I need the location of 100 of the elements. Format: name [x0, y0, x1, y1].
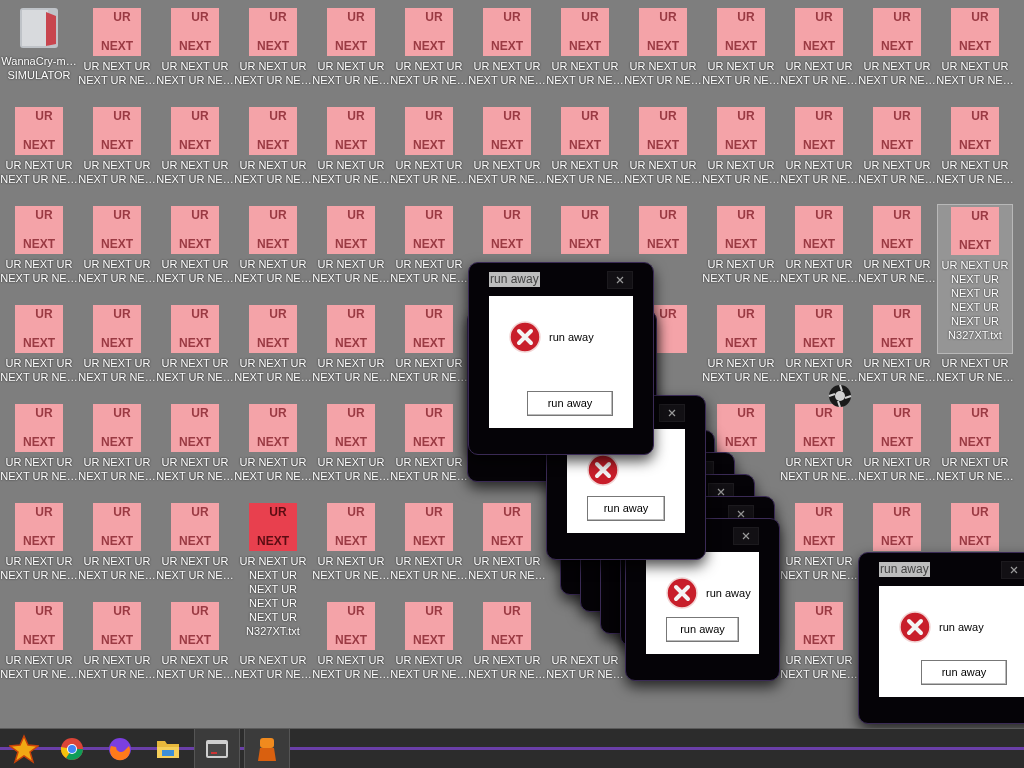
- window-app-icon[interactable]: [194, 728, 240, 768]
- file-icon[interactable]: UR NEXT: [483, 107, 531, 155]
- file-icon[interactable]: UR NEXT: [795, 107, 843, 155]
- file-icon[interactable]: UR NEXT: [639, 8, 687, 56]
- icon-label: UR NEXT UR NEXT UR NE…: [234, 455, 312, 483]
- file-icon[interactable]: UR NEXT: [249, 404, 297, 452]
- file-icon[interactable]: UR NEXT: [873, 305, 921, 353]
- file-icon[interactable]: UR NEXT: [327, 404, 375, 452]
- close-icon[interactable]: [616, 275, 624, 284]
- file-icon[interactable]: UR NEXT: [951, 404, 999, 452]
- file-icon[interactable]: UR NEXT: [249, 8, 297, 56]
- icon-text: UR: [892, 505, 911, 520]
- file-icon[interactable]: UR NEXT: [561, 107, 609, 155]
- file-icon[interactable]: UR NEXT: [327, 305, 375, 353]
- run-away-button[interactable]: run away: [921, 660, 1007, 685]
- icon-label: UR NEXT UR NEXT UR NE…: [234, 257, 312, 285]
- file-icon[interactable]: UR NEXT: [171, 107, 219, 155]
- file-icon[interactable]: UR NEXT: [93, 8, 141, 56]
- app-icon[interactable]: [18, 6, 60, 50]
- file-icon[interactable]: UR NEXT: [795, 602, 843, 650]
- file-icon[interactable]: UR NEXT: [15, 404, 63, 452]
- file-icon[interactable]: UR NEXT: [951, 8, 999, 56]
- icon-text: NEXT: [959, 138, 991, 153]
- file-icon[interactable]: UR NEXT: [249, 503, 297, 551]
- file-icon[interactable]: UR NEXT: [171, 305, 219, 353]
- file-icon[interactable]: UR NEXT: [561, 206, 609, 254]
- file-icon[interactable]: UR NEXT: [93, 206, 141, 254]
- file-icon[interactable]: UR NEXT: [405, 8, 453, 56]
- file-icon[interactable]: UR NEXT: [405, 107, 453, 155]
- file-icon[interactable]: UR NEXT: [873, 107, 921, 155]
- file-icon[interactable]: UR NEXT: [795, 206, 843, 254]
- file-icon[interactable]: UR NEXT: [171, 206, 219, 254]
- file-icon[interactable]: UR NEXT: [795, 8, 843, 56]
- run-away-button[interactable]: run away: [527, 391, 613, 416]
- close-icon[interactable]: [1010, 565, 1018, 574]
- file-icon[interactable]: UR NEXT: [93, 503, 141, 551]
- close-icon[interactable]: [717, 487, 725, 496]
- file-icon[interactable]: UR NEXT: [483, 503, 531, 551]
- file-icon[interactable]: UR NEXT: [15, 107, 63, 155]
- file-icon[interactable]: UR NEXT: [93, 404, 141, 452]
- icon-text: UR: [346, 604, 365, 619]
- file-icon[interactable]: UR NEXT: [717, 305, 765, 353]
- file-icon[interactable]: UR NEXT: [327, 602, 375, 650]
- file-icon[interactable]: UR NEXT: [717, 206, 765, 254]
- file-icon[interactable]: UR NEXT: [249, 107, 297, 155]
- file-icon[interactable]: UR NEXT: [951, 503, 999, 551]
- file-icon[interactable]: UR NEXT: [327, 503, 375, 551]
- file-icon[interactable]: UR NEXT: [249, 206, 297, 254]
- file-icon[interactable]: UR NEXT: [873, 8, 921, 56]
- file-icon[interactable]: UR NEXT: [93, 107, 141, 155]
- file-icon[interactable]: UR NEXT: [171, 404, 219, 452]
- file-icon[interactable]: UR NEXT: [93, 602, 141, 650]
- file-icon[interactable]: UR NEXT: [639, 206, 687, 254]
- run-away-button[interactable]: run away: [587, 496, 665, 521]
- icon-label: UR NEXT UR NEXT UR NE…: [468, 653, 546, 681]
- close-icon[interactable]: [668, 408, 676, 417]
- close-icon[interactable]: [742, 531, 750, 540]
- file-icon[interactable]: UR NEXT: [873, 404, 921, 452]
- run-away-button[interactable]: run away: [666, 617, 739, 642]
- file-icon[interactable]: UR NEXT: [405, 206, 453, 254]
- file-icon[interactable]: UR NEXT: [327, 107, 375, 155]
- file-icon[interactable]: UR NEXT: [951, 207, 999, 255]
- file-icon[interactable]: UR NEXT: [171, 602, 219, 650]
- file-icon[interactable]: UR NEXT: [171, 503, 219, 551]
- icon-text: NEXT: [101, 435, 133, 450]
- file-icon[interactable]: UR NEXT: [483, 602, 531, 650]
- file-icon[interactable]: UR NEXT: [405, 404, 453, 452]
- file-icon[interactable]: UR NEXT: [717, 107, 765, 155]
- file-icon[interactable]: UR NEXT: [717, 404, 765, 452]
- file-icon[interactable]: UR NEXT: [171, 8, 219, 56]
- file-icon[interactable]: UR NEXT: [561, 8, 609, 56]
- file-icon[interactable]: UR NEXT: [483, 206, 531, 254]
- file-icon[interactable]: UR NEXT: [795, 503, 843, 551]
- file-icon[interactable]: UR NEXT: [327, 206, 375, 254]
- file-icon[interactable]: UR NEXT: [327, 8, 375, 56]
- close-icon[interactable]: [737, 509, 745, 518]
- icon-text: NEXT: [257, 237, 289, 252]
- file-icon[interactable]: UR NEXT: [483, 8, 531, 56]
- file-icon[interactable]: UR NEXT: [405, 503, 453, 551]
- icon-label: UR NEXT UR NEXT UR NE…: [858, 455, 936, 483]
- icon-text: UR: [112, 10, 131, 25]
- file-icon[interactable]: UR NEXT: [795, 305, 843, 353]
- file-icon[interactable]: UR NEXT: [951, 107, 999, 155]
- file-icon[interactable]: UR NEXT: [93, 305, 141, 353]
- file-icon[interactable]: UR NEXT: [15, 503, 63, 551]
- icon-text: NEXT: [179, 435, 211, 450]
- file-icon[interactable]: UR NEXT: [405, 602, 453, 650]
- file-icon[interactable]: UR NEXT: [873, 503, 921, 551]
- figure-icon[interactable]: [244, 728, 290, 768]
- file-icon[interactable]: UR NEXT: [15, 305, 63, 353]
- file-icon[interactable]: UR NEXT: [717, 8, 765, 56]
- file-icon[interactable]: UR NEXT: [249, 305, 297, 353]
- file-icon[interactable]: UR NEXT: [795, 404, 843, 452]
- file-icon[interactable]: UR NEXT: [639, 107, 687, 155]
- icon-text: UR: [34, 307, 53, 322]
- icon-label: UR NEXT UR NEXT UR NE…: [156, 356, 234, 384]
- file-icon[interactable]: UR NEXT: [873, 206, 921, 254]
- file-icon[interactable]: UR NEXT: [405, 305, 453, 353]
- file-icon[interactable]: UR NEXT: [15, 206, 63, 254]
- file-icon[interactable]: UR NEXT: [15, 602, 63, 650]
